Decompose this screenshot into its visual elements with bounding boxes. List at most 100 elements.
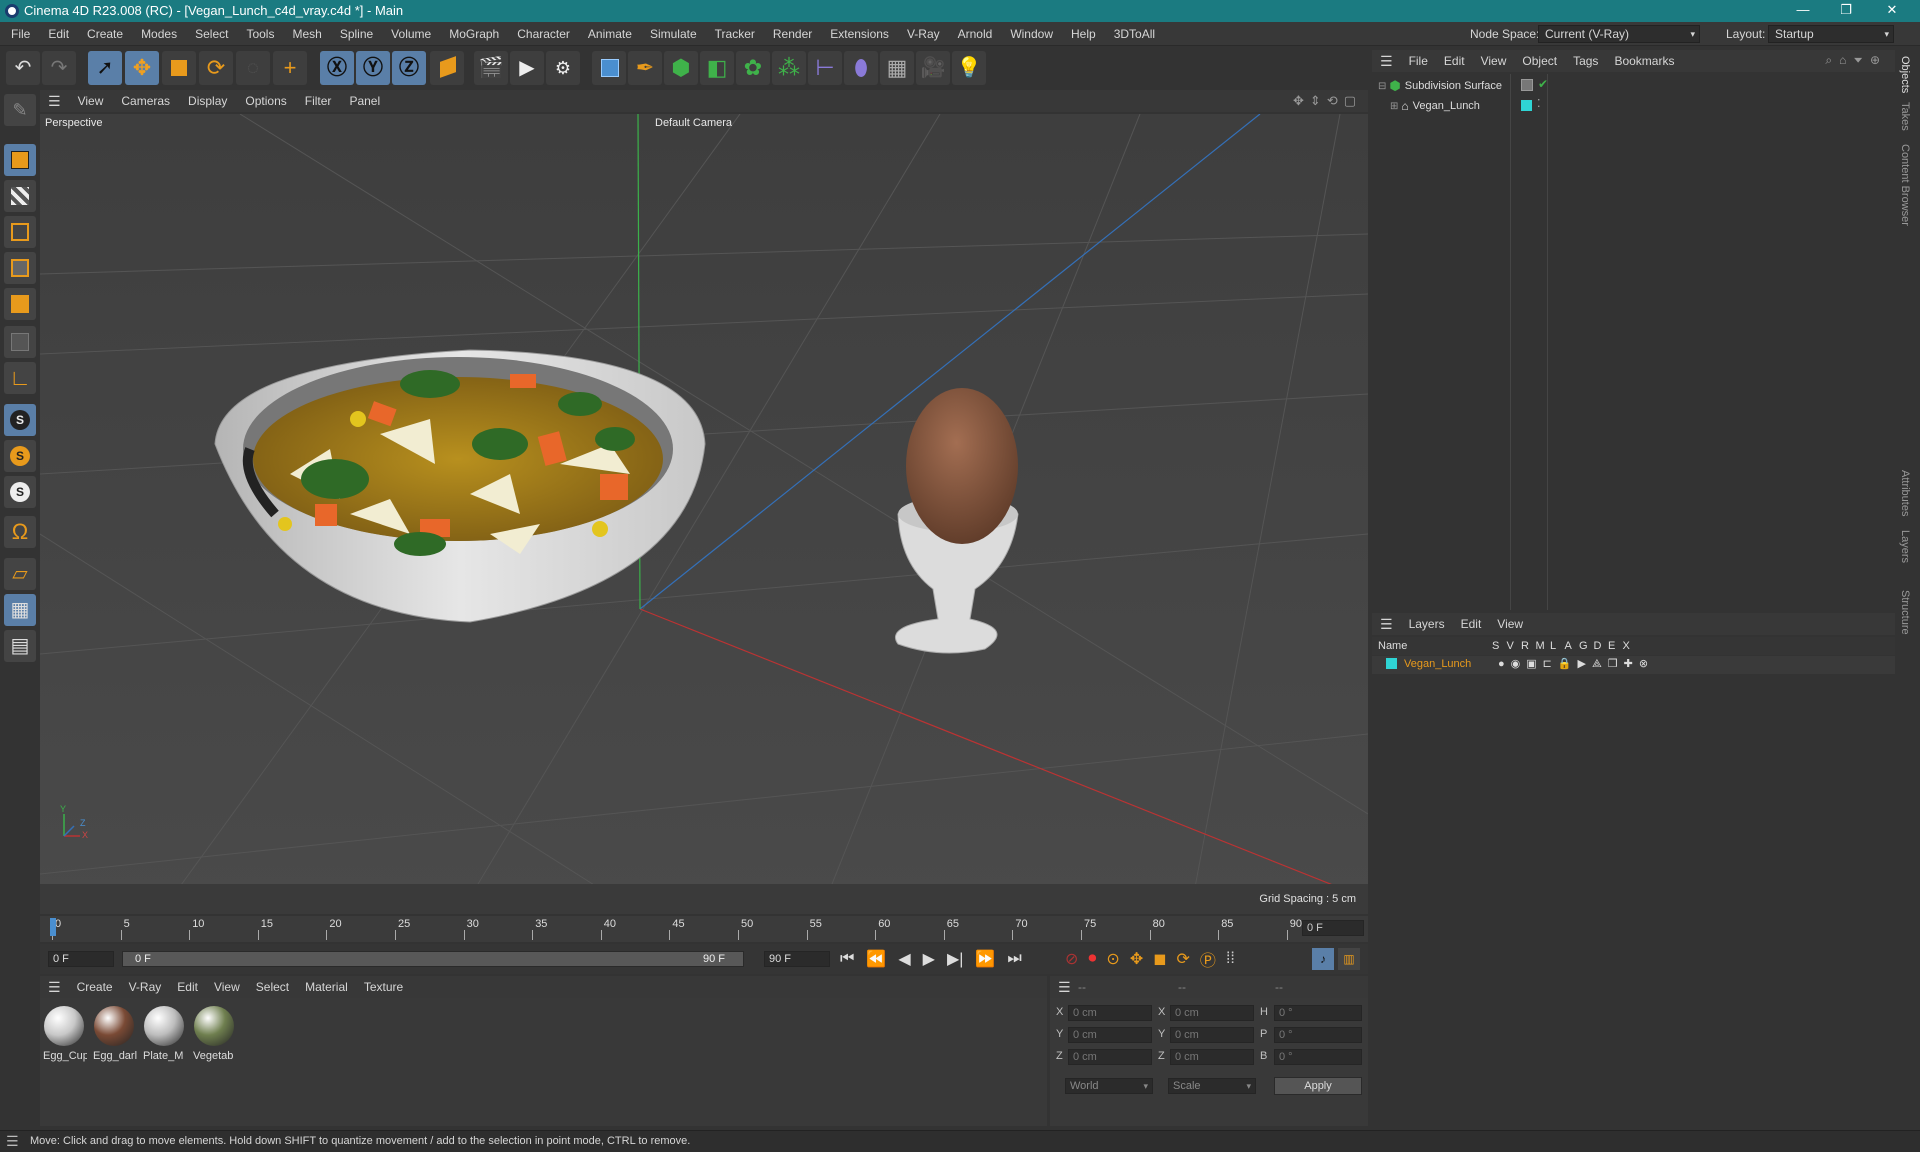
auto-keying-icon[interactable]: ⏺ bbox=[1088, 950, 1096, 968]
frame-range-slider[interactable]: 0 F 90 F bbox=[122, 951, 744, 967]
material-menu-create[interactable]: Create bbox=[69, 980, 121, 994]
render-settings-icon[interactable]: ⚙ bbox=[546, 51, 580, 85]
coord-rot-field-b[interactable]: 0 ° bbox=[1274, 1049, 1362, 1065]
layer-name[interactable]: Vegan_Lunch bbox=[1404, 658, 1471, 670]
menu-help[interactable]: Help bbox=[1062, 22, 1105, 46]
material-menu-view[interactable]: View bbox=[206, 980, 248, 994]
menu-v-ray[interactable]: V-Ray bbox=[898, 22, 949, 46]
coordinate-space-select[interactable]: World ▾ bbox=[1065, 1078, 1153, 1094]
next-frame-icon[interactable]: ▶| bbox=[947, 949, 963, 969]
object-menu-object[interactable]: Object bbox=[1514, 54, 1565, 68]
layer-column-a[interactable]: A bbox=[1565, 640, 1572, 652]
viewport-menu-filter[interactable]: Filter bbox=[296, 90, 341, 112]
z-axis-lock-icon[interactable]: Ⓩ bbox=[392, 51, 426, 85]
material-menu-texture[interactable]: Texture bbox=[356, 980, 411, 994]
spline-pen-icon[interactable]: ✒ bbox=[628, 51, 662, 85]
menu-modes[interactable]: Modes bbox=[132, 22, 186, 46]
material-menu-material[interactable]: Material bbox=[297, 980, 356, 994]
cube-icon[interactable] bbox=[592, 51, 626, 85]
menu-select[interactable]: Select bbox=[186, 22, 237, 46]
keyframe-selection-icon[interactable]: ⊙ bbox=[1106, 949, 1119, 969]
edges-mode-icon[interactable] bbox=[4, 252, 36, 284]
deformer-icon[interactable]: ⊢ bbox=[808, 51, 842, 85]
menu-mograph[interactable]: MoGraph bbox=[440, 22, 508, 46]
layer-column-x[interactable]: X bbox=[1623, 640, 1630, 652]
uv-mode-icon[interactable] bbox=[4, 326, 36, 358]
minimize-button[interactable]: — bbox=[1783, 2, 1823, 17]
rotation-key-icon[interactable]: ⟳ bbox=[1177, 949, 1190, 969]
mograph-cloner-icon[interactable]: ✿ bbox=[736, 51, 770, 85]
coord-size-field-x[interactable]: 0 cm bbox=[1170, 1005, 1254, 1021]
scale-tool-icon[interactable] bbox=[162, 51, 196, 85]
camera-label[interactable]: Default Camera bbox=[655, 117, 732, 129]
layer-column-v[interactable]: V bbox=[1507, 640, 1514, 652]
material-menu-select[interactable]: Select bbox=[248, 980, 297, 994]
live-selection-icon[interactable]: ◌ bbox=[236, 51, 270, 85]
material-item[interactable]: Plate_M bbox=[142, 1004, 186, 1064]
workplane-icon[interactable]: ▱ bbox=[4, 558, 36, 590]
y-axis-lock-icon[interactable]: Ⓨ bbox=[356, 51, 390, 85]
layer-toggle-icons[interactable]: ●◉▣⊏🔒▶⟁❒✚⊗ bbox=[1498, 657, 1654, 671]
menu-extensions[interactable]: Extensions bbox=[821, 22, 898, 46]
point-level-icon[interactable]: ⁞⁞ bbox=[1226, 950, 1235, 968]
record-icon[interactable]: ⊘ bbox=[1065, 949, 1078, 969]
menu-animate[interactable]: Animate bbox=[579, 22, 641, 46]
visibility-dots-icon[interactable]: ⁚ bbox=[1537, 97, 1541, 110]
timeline-window-icon[interactable]: ▥ bbox=[1338, 948, 1360, 970]
menu-create[interactable]: Create bbox=[78, 22, 132, 46]
tab-structure[interactable]: Structure bbox=[1899, 590, 1911, 635]
rotate-tool-icon[interactable]: ⟳ bbox=[199, 51, 233, 85]
material-item[interactable]: Egg_darl bbox=[92, 1004, 137, 1064]
material-menu-v-ray[interactable]: V-Ray bbox=[121, 980, 170, 994]
tab-objects[interactable]: Objects bbox=[1899, 56, 1911, 93]
material-item[interactable]: Vegetab bbox=[192, 1004, 236, 1064]
menu-edit[interactable]: Edit bbox=[39, 22, 78, 46]
points-mode-icon[interactable] bbox=[4, 216, 36, 248]
grid-icon[interactable]: ▦ bbox=[4, 594, 36, 626]
parameter-key-icon[interactable]: Ⓟ bbox=[1200, 947, 1216, 971]
timeline-ruler[interactable]: 0 5 10 15 20 25 30 35 40 45 50 55 60 65 70 75 80 85 90 0 F bbox=[40, 916, 1368, 942]
current-frame-field[interactable]: 0 F bbox=[1302, 920, 1364, 936]
polygons-mode-icon[interactable] bbox=[4, 288, 36, 320]
make-editable-icon[interactable]: ✎ bbox=[4, 94, 36, 126]
material-item[interactable]: Egg_Cup bbox=[42, 1004, 87, 1064]
layer-row[interactable]: Vegan_Lunch ●◉▣⊏🔒▶⟁❒✚⊗ bbox=[1372, 656, 1895, 674]
go-to-end-icon[interactable]: ⏭ bbox=[1007, 950, 1021, 968]
object-menu-edit[interactable]: Edit bbox=[1436, 54, 1473, 68]
start-frame-field[interactable]: 0 F bbox=[48, 951, 114, 967]
menu-mesh[interactable]: Mesh bbox=[283, 22, 330, 46]
viewport-menu-display[interactable]: Display bbox=[179, 90, 236, 112]
layer-menu-edit[interactable]: Edit bbox=[1453, 617, 1490, 631]
object-manager-tool-icons[interactable]: ⌕⌂⏷⊕ bbox=[1825, 53, 1887, 68]
expand-icon[interactable]: ⊞ bbox=[1390, 101, 1398, 112]
subdivision-surface-icon[interactable]: ⬢ bbox=[664, 51, 698, 85]
object-menu-tags[interactable]: Tags bbox=[1565, 54, 1606, 68]
object-menu-bookmarks[interactable]: Bookmarks bbox=[1606, 54, 1682, 68]
texture-mode-icon[interactable] bbox=[4, 180, 36, 212]
menu-window[interactable]: Window bbox=[1001, 22, 1062, 46]
apply-button[interactable]: Apply bbox=[1274, 1077, 1362, 1095]
menu-simulate[interactable]: Simulate bbox=[641, 22, 706, 46]
menu-tools[interactable]: Tools bbox=[237, 22, 283, 46]
coord-size-field-z[interactable]: 0 cm bbox=[1170, 1049, 1254, 1065]
scale-key-icon[interactable]: ◼ bbox=[1153, 949, 1166, 969]
object-menu-file[interactable]: File bbox=[1401, 54, 1436, 68]
layer-menu-view[interactable]: View bbox=[1489, 617, 1531, 631]
axis-mode-icon[interactable]: ∟ bbox=[4, 362, 36, 394]
coord-rot-field-h[interactable]: 0 ° bbox=[1274, 1005, 1362, 1021]
previous-frame-icon[interactable]: ◀ bbox=[898, 949, 910, 969]
redo-icon[interactable]: ↷ bbox=[42, 51, 76, 85]
previous-key-icon[interactable]: ⏪ bbox=[866, 949, 886, 969]
viewport-perspective[interactable]: Perspective Default Camera Y X Z Grid Sp… bbox=[40, 114, 1368, 914]
check-icon[interactable]: ✔ bbox=[1538, 77, 1548, 91]
viewport-menu-options[interactable]: Options bbox=[236, 90, 295, 112]
collapse-icon[interactable]: ⊟ bbox=[1378, 81, 1386, 92]
undo-icon[interactable]: ↶ bbox=[6, 51, 40, 85]
menu-3dtoall[interactable]: 3DToAll bbox=[1105, 22, 1164, 46]
locked-workplane-icon[interactable]: ▤ bbox=[4, 630, 36, 662]
tab-takes[interactable]: Takes bbox=[1899, 102, 1911, 131]
camera-icon[interactable]: 🎥 bbox=[916, 51, 950, 85]
object-menu-view[interactable]: View bbox=[1473, 54, 1515, 68]
layer-column-r[interactable]: R bbox=[1521, 640, 1529, 652]
quantize-icon[interactable]: S bbox=[4, 476, 36, 508]
